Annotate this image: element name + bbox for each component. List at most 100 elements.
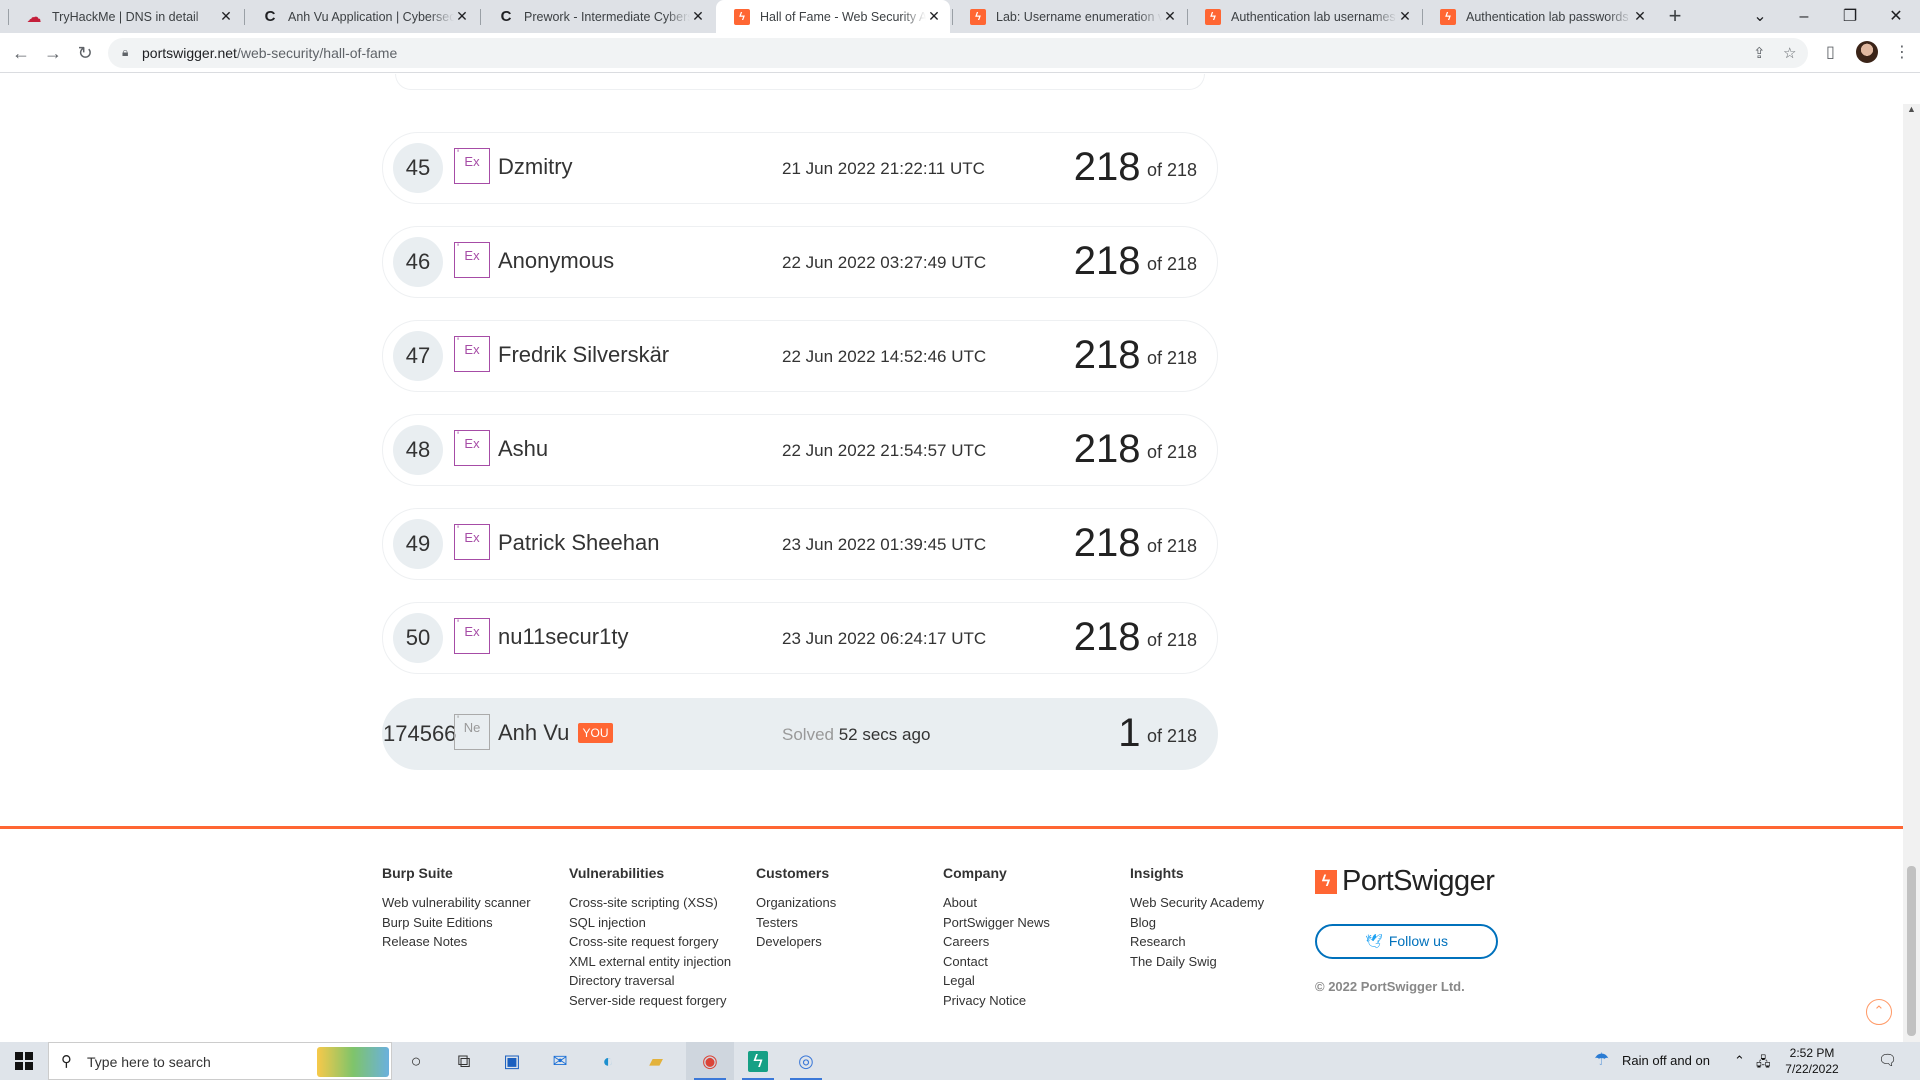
footer-link[interactable]: Testers [756,913,836,933]
scrollbar-thumb[interactable] [1907,866,1916,1036]
cortana-icon[interactable]: ○ [392,1042,440,1080]
score-total: of 218 [1146,160,1197,180]
footer-link[interactable]: Release Notes [382,932,531,952]
minimize-button[interactable]: – [1784,4,1824,30]
tryhackme-icon: ☁ [26,8,42,26]
close-tab-icon[interactable]: ✕ [454,8,470,25]
footer-link[interactable]: About [943,893,1050,913]
footer-link[interactable]: Directory traversal [569,971,731,991]
footer-link[interactable]: Organizations [756,893,836,913]
tab-separator [1422,9,1423,25]
edge-icon[interactable]: ◐ [584,1042,632,1080]
footer-link[interactable]: Blog [1130,913,1264,933]
close-tab-icon[interactable]: ✕ [1162,8,1178,25]
chrome-icon[interactable]: ◉ [686,1042,734,1080]
mail-icon[interactable]: ✉ [536,1042,584,1080]
leaderboard-row: 48 Ex Ashu 22 Jun 2022 21:54:57 UTC 218 of 2… [382,414,1218,486]
footer-link[interactable]: Research [1130,932,1264,952]
follow-us-button[interactable]: 🕊︎ Follow us [1315,924,1498,959]
level-badge-icon: Ex [454,242,490,278]
taskbar-search-box[interactable]: ⚲ Type here to search [48,1042,392,1080]
browser-tab[interactable]: C Anh Vu Application | Cybersecurity✕ [244,0,478,33]
footer-link[interactable]: Web Security Academy [1130,893,1264,913]
browser-tab[interactable]: ☁ TryHackMe | DNS in detail ✕ [8,0,242,33]
tab-separator [480,9,481,25]
browser-tab[interactable]: ϟ Authentication lab usernames | Web Secu… [1187,0,1421,33]
chrome-canary-icon[interactable]: ◎ [782,1042,830,1080]
score-value: 218 [1073,427,1141,471]
profile-avatar[interactable] [1856,41,1878,63]
user-name: Anh Vu YOU [498,720,613,746]
url-text[interactable]: portswigger.net/web-security/hall-of-fam… [142,45,397,61]
bookmark-star-icon[interactable]: ☆ [1783,44,1796,62]
footer-link[interactable]: Developers [756,932,836,952]
you-badge: YOU [578,723,613,743]
system-clock[interactable]: 2:52 PM 7/22/2022 [1782,1045,1842,1077]
score: 218 of 218 [1074,427,1197,472]
close-tab-icon[interactable]: ✕ [926,8,942,25]
app-icon[interactable]: ϟ [734,1042,782,1080]
show-hidden-icons-icon[interactable]: ⌃ [1734,1053,1745,1069]
tab-search-button[interactable]: ⌄ [1740,4,1780,30]
close-tab-icon[interactable]: ✕ [218,8,234,25]
leaderboard-row: 49 Ex Patrick Sheehan 23 Jun 2022 01:39:45 … [382,508,1218,580]
footer-link[interactable]: PortSwigger News [943,913,1050,933]
level-badge-icon: Ex [454,336,490,372]
footer-heading: Company [943,865,1007,881]
notifications-icon[interactable]: 🗨︎ [1878,1051,1897,1069]
footer-link[interactable]: Web vulnerability scanner [382,893,531,913]
score: 1 of 218 [1118,711,1197,756]
task-view-icon[interactable]: ⧉ [440,1042,488,1080]
footer-link[interactable]: Privacy Notice [943,991,1050,1011]
start-button[interactable] [0,1042,48,1080]
footer-link[interactable]: The Daily Swig [1130,952,1264,972]
scroll-to-top-icon[interactable]: ⌃ [1866,999,1892,1025]
reload-icon[interactable]: ↻ [72,41,98,67]
footer-link[interactable]: Careers [943,932,1050,952]
level-badge-icon: Ex [454,524,490,560]
file-explorer-icon[interactable]: ▰ [632,1042,680,1080]
footer-heading: Burp Suite [382,865,453,881]
rank-number: 174566 [383,721,457,746]
browser-tab[interactable]: C Prework - Intermediate Cybersecurity✕ [480,0,714,33]
address-bar[interactable]: 🔒︎ portswigger.net/web-security/hall-of-… [108,38,1808,68]
new-tab-button[interactable]: + [1662,4,1688,30]
weather-text[interactable]: Rain off and on [1622,1053,1710,1068]
user-name: Dzmitry [498,154,573,179]
side-panel-icon[interactable]: ▯ [1826,42,1835,62]
brand-name: PortSwigger [1342,865,1495,897]
footer-link[interactable]: Burp Suite Editions [382,913,531,933]
scroll-up-arrow-icon[interactable]: ▲ [1904,104,1919,114]
footer-link[interactable]: Cross-site request forgery [569,932,731,952]
share-icon[interactable]: ⇪ [1753,44,1766,62]
score-total: of 218 [1146,536,1197,556]
browser-menu-icon[interactable]: ⋮ [1894,42,1910,62]
footer-link[interactable]: Server-side request forgery [569,991,731,1011]
footer-link[interactable]: Contact [943,952,1050,972]
restore-button[interactable]: ❐ [1830,4,1870,30]
browser-tab[interactable]: ϟ Lab: Username enumeration via different… [952,0,1186,33]
footer-link[interactable]: SQL injection [569,913,731,933]
forward-icon[interactable]: → [40,41,66,67]
rank-number: 48 [393,425,443,475]
score: 218 of 218 [1074,333,1197,378]
network-icon[interactable]: 🖧︎ [1756,1053,1771,1075]
back-icon[interactable]: ← [8,41,34,67]
footer-heading: Vulnerabilities [569,865,665,881]
close-tab-icon[interactable]: ✕ [1397,8,1413,25]
browser-tab[interactable]: ϟ Authentication lab passwords | Web Secu… [1422,0,1656,33]
tab-separator [8,9,9,25]
close-window-button[interactable]: ✕ [1876,4,1916,30]
weather-icon[interactable]: ☂ [1594,1050,1609,1070]
footer-link[interactable]: XML external entity injection [569,952,731,972]
footer-link[interactable]: Cross-site scripting (XSS) [569,893,731,913]
user-name-text: Anh Vu [498,720,570,745]
page-scrollbar[interactable] [1903,104,1920,1042]
store-icon[interactable]: ▣ [488,1042,536,1080]
browser-tab[interactable]: ϟ Hall of Fame - Web Security Academy✕ [716,0,950,33]
portswigger-logo[interactable]: ϟ PortSwigger [1315,865,1495,898]
footer-link[interactable]: Legal [943,971,1050,991]
user-name: Fredrik Silverskär [498,342,670,367]
close-tab-icon[interactable]: ✕ [1632,8,1648,25]
close-tab-icon[interactable]: ✕ [690,8,706,25]
